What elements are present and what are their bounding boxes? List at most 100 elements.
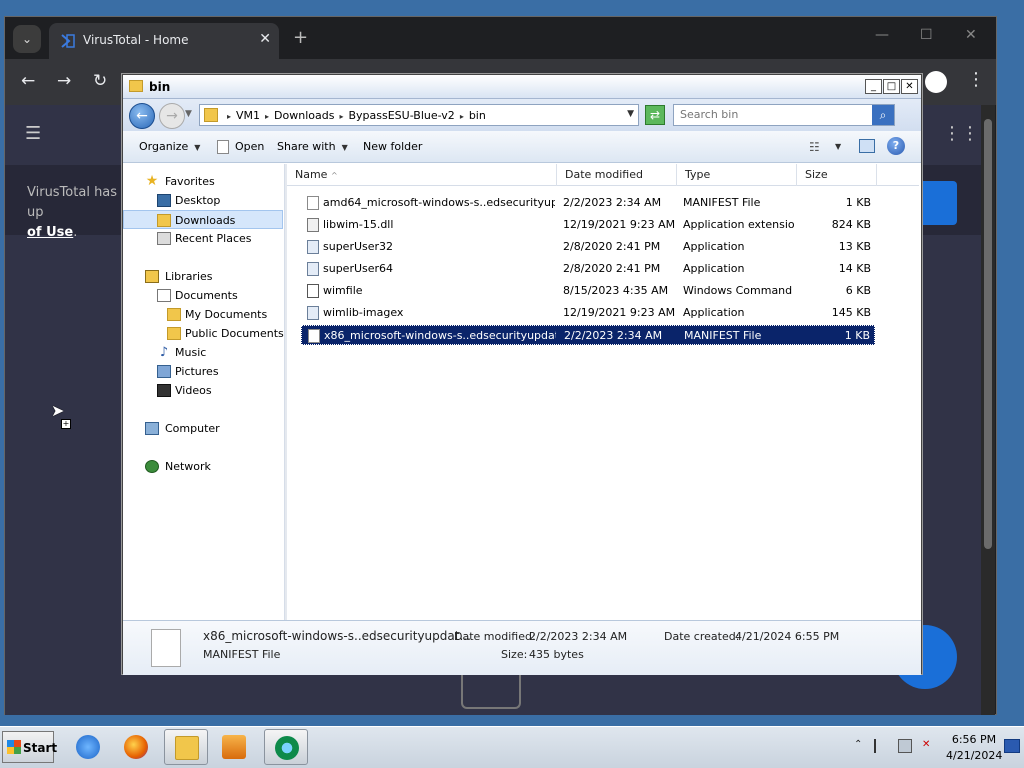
action-center-flag-icon[interactable] — [874, 739, 888, 753]
folder-icon — [175, 736, 199, 760]
details-date-created: 4/21/2024 6:55 PM — [735, 630, 840, 643]
forward-arrow-icon[interactable]: → — [57, 71, 71, 91]
file-date: 2/2/2023 2:34 AM — [564, 329, 663, 342]
chevron-down-icon[interactable]: ▼ — [835, 142, 841, 151]
breadcrumb-downloads[interactable]: Downloads — [274, 109, 334, 122]
show-desktop-icon[interactable] — [1004, 739, 1020, 753]
nav-favorites[interactable]: ★ Favorites — [123, 172, 283, 191]
table-row[interactable]: libwim-15.dll 12/19/2021 9:23 AM Applica… — [301, 215, 875, 235]
column-header-type[interactable]: Type — [677, 164, 797, 186]
chevron-right-icon[interactable]: ▸ — [265, 112, 269, 121]
minimize-icon[interactable]: _ — [865, 79, 882, 94]
clock-time[interactable]: 6:56 PM — [950, 733, 998, 746]
file-thumbnail-icon — [151, 629, 181, 667]
chrome-menu-icon[interactable]: ⋮ — [967, 69, 985, 90]
file-icon — [217, 140, 229, 154]
tab-close-icon[interactable]: ✕ — [259, 31, 271, 47]
file-name: amd64_microsoft-windows-s..edsecurityupd… — [323, 196, 555, 209]
chrome-tab-virustotal[interactable]: VirusTotal - Home ✕ — [49, 23, 279, 59]
nav-public-documents[interactable]: Public Documents — [123, 324, 284, 343]
details-file-name: x86_microsoft-windows-s..edsecurityupdat… — [203, 629, 471, 643]
banner-message: VirusTotal has up — [27, 185, 118, 220]
preview-pane-icon[interactable] — [859, 139, 875, 153]
nav-documents[interactable]: Documents — [123, 286, 283, 305]
nav-pictures[interactable]: Pictures — [123, 362, 283, 381]
maximize-icon[interactable]: ☐ — [920, 27, 933, 43]
scrollbar-thumb[interactable] — [984, 119, 992, 549]
network-tray-icon[interactable] — [898, 739, 912, 753]
nav-my-documents[interactable]: My Documents — [123, 305, 283, 324]
table-row[interactable]: wimfile 8/15/2023 4:35 AM Windows Comman… — [301, 281, 875, 301]
table-row[interactable]: wimlib-imagex 12/19/2021 9:23 AM Applica… — [301, 303, 875, 323]
breadcrumb-bypassesu[interactable]: BypassESU-Blue-v2 — [348, 109, 454, 122]
tab-search-button[interactable]: ⌄ — [13, 25, 41, 53]
close-icon[interactable]: ✕ — [965, 27, 977, 43]
forward-arrow-icon[interactable]: → — [159, 103, 185, 129]
hamburger-menu-icon[interactable]: ☰ — [25, 123, 41, 144]
new-folder-button[interactable]: New folder — [363, 140, 422, 153]
chevron-right-icon[interactable]: ▸ — [339, 112, 343, 121]
minimize-icon[interactable]: — — [875, 27, 889, 43]
chevron-right-icon[interactable]: ▸ — [227, 112, 231, 121]
chrome-scrollbar[interactable] — [981, 105, 995, 715]
clock-date[interactable]: 4/21/2024 — [946, 749, 1002, 762]
table-row[interactable]: superUser32 2/8/2020 2:41 PM Application… — [301, 237, 875, 257]
nav-computer[interactable]: Computer — [123, 419, 283, 438]
reload-icon[interactable]: ↻ — [93, 71, 107, 91]
nav-libraries[interactable]: Libraries — [123, 267, 283, 286]
history-dropdown-icon[interactable]: ▼ — [185, 109, 192, 119]
refresh-icon[interactable]: ⇄ — [645, 105, 665, 125]
views-icon[interactable]: ☷ — [809, 140, 820, 154]
search-icon[interactable]: ⌕ — [872, 105, 894, 125]
help-icon[interactable]: ? — [887, 137, 905, 155]
terms-of-use-link[interactable]: of Use — [27, 225, 73, 240]
network-icon — [145, 460, 159, 473]
new-tab-button[interactable]: + — [293, 27, 308, 48]
taskbar-file-explorer[interactable] — [164, 729, 208, 765]
internet-explorer-icon — [76, 735, 100, 759]
address-dropdown-icon[interactable]: ▼ — [627, 109, 634, 119]
profile-avatar-icon[interactable] — [925, 71, 947, 93]
star-icon: ★ — [145, 173, 159, 189]
column-header-size[interactable]: Size — [797, 164, 877, 186]
show-hidden-icons-icon[interactable]: ⌃ — [854, 739, 862, 750]
search-input[interactable] — [680, 108, 870, 121]
windows-logo-icon — [7, 740, 21, 754]
new-folder-label: New folder — [363, 140, 423, 153]
file-name: wimfile — [323, 284, 363, 297]
nav-downloads[interactable]: Downloads — [123, 210, 283, 229]
column-header-name[interactable]: Name ^ — [287, 164, 557, 186]
search-box[interactable]: ⌕ — [673, 104, 895, 126]
maximize-icon[interactable]: □ — [883, 79, 900, 94]
breadcrumb-bin[interactable]: bin — [469, 109, 486, 122]
back-arrow-icon[interactable]: ← — [129, 103, 155, 129]
chevron-right-icon[interactable]: ▸ — [460, 112, 464, 121]
address-bar[interactable]: ▸ VM1 ▸ Downloads ▸ BypassESU-Blue-v2 ▸ bin ▼ — [199, 104, 639, 126]
back-arrow-icon[interactable]: ← — [21, 71, 35, 91]
table-row-selected[interactable]: x86_microsoft-windows-s..edsecurityupdat… — [301, 325, 875, 345]
start-button[interactable]: Start — [2, 731, 57, 763]
breadcrumb-vm1[interactable]: VM1 — [236, 109, 260, 122]
close-icon[interactable]: ✕ — [901, 79, 918, 94]
volume-muted-icon[interactable]: ✕ — [922, 739, 936, 753]
open-label: Open — [235, 140, 265, 153]
column-label: Date modified — [565, 168, 643, 181]
nav-desktop[interactable]: Desktop — [123, 191, 283, 210]
organize-button[interactable]: Organize ▼ — [139, 140, 200, 153]
table-row[interactable]: amd64_microsoft-windows-s..edsecurityupd… — [301, 193, 875, 213]
taskbar-chrome[interactable] — [264, 729, 308, 765]
taskbar-media-player[interactable] — [212, 729, 256, 765]
file-type: Application — [683, 262, 745, 275]
nav-videos[interactable]: Videos — [123, 381, 283, 400]
share-with-button[interactable]: Share with ▼ — [277, 140, 348, 153]
nav-label: My Documents — [185, 308, 268, 321]
taskbar-firefox[interactable] — [114, 729, 158, 765]
nav-music[interactable]: ♪ Music — [123, 343, 283, 362]
taskbar-internet-explorer[interactable] — [66, 729, 110, 765]
open-button[interactable]: Open — [217, 140, 264, 154]
explorer-titlebar[interactable]: bin _ □ ✕ — [123, 75, 921, 99]
column-header-date[interactable]: Date modified — [557, 164, 677, 186]
table-row[interactable]: superUser64 2/8/2020 2:41 PM Application… — [301, 259, 875, 279]
nav-network[interactable]: Network — [123, 457, 283, 476]
nav-recent-places[interactable]: Recent Places — [123, 229, 283, 248]
